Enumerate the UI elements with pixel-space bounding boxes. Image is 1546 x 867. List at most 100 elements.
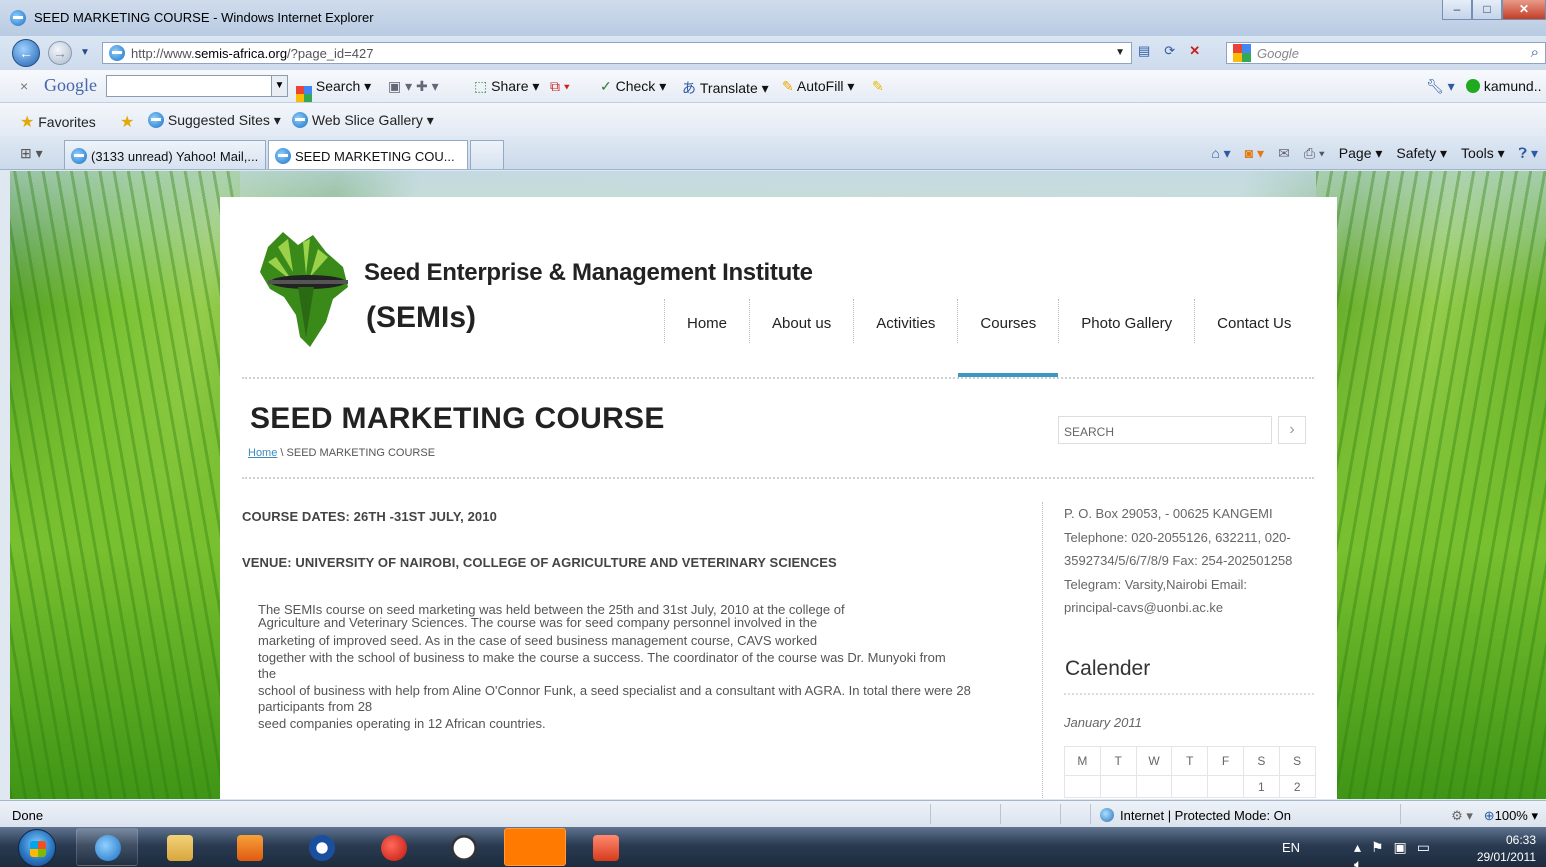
taskbar-file-explorer[interactable]: [148, 828, 210, 866]
help-icon[interactable]: ❓︎ ▾: [1519, 145, 1538, 162]
nav-activities[interactable]: Activities: [854, 299, 957, 345]
autofill-button[interactable]: ✎ AutoFill ▾: [782, 78, 854, 95]
semis-logo[interactable]: [248, 227, 358, 352]
ie-icon: [148, 112, 164, 128]
share-icon: ⬚: [474, 78, 488, 94]
nav-photo-gallery[interactable]: Photo Gallery: [1059, 299, 1194, 345]
new-tab-button[interactable]: [470, 140, 504, 169]
quick-tabs-icon[interactable]: ⊞ ▾: [20, 145, 43, 162]
safety-menu[interactable]: Safety ▾: [1396, 145, 1447, 162]
language-indicator[interactable]: EN: [1282, 840, 1300, 855]
chevron-down-icon[interactable]: ▼: [271, 76, 287, 96]
calendar-week: 1 2: [1064, 775, 1316, 798]
taskbar-messenger[interactable]: [290, 828, 352, 866]
nav-about-us[interactable]: About us: [750, 299, 853, 345]
add-favorite-icon[interactable]: ★: [120, 112, 134, 132]
search-input[interactable]: Google ⌕: [1226, 42, 1546, 64]
address-bar[interactable]: http://www.semis-africa.org/?page_id=427…: [102, 42, 1132, 64]
site-name[interactable]: Seed Enterprise & Management Institute: [364, 259, 813, 287]
address-row: ← → ▼ http://www.semis-africa.org/?page_…: [0, 36, 1546, 70]
weekday: T: [1099, 746, 1137, 776]
sidewiki-button[interactable]: ⧉ ▾: [550, 78, 570, 95]
address-dropdown-icon[interactable]: ▼: [1115, 47, 1125, 58]
contact-email[interactable]: principal-cavs@uonbi.ac.ke: [1064, 596, 1320, 620]
zoom-level[interactable]: ⚙ ▾ ⊕100% ▾: [1451, 808, 1538, 824]
page-title: SEED MARKETING COURSE: [250, 402, 665, 435]
nav-home[interactable]: Home: [665, 299, 749, 345]
refresh-icon[interactable]: ⟳: [1164, 43, 1175, 59]
description-line: seed companies operating in 12 African c…: [258, 715, 546, 731]
translate-button[interactable]: あ Translate ▾: [682, 78, 769, 98]
google-search-button[interactable]: Search ▾: [296, 78, 371, 102]
taskbar-orange-app[interactable]: [504, 828, 566, 866]
taskbar-pin-app[interactable]: [362, 828, 424, 866]
wrench-icon[interactable]: 🔧︎ ▾: [1426, 78, 1455, 95]
mail-icon[interactable]: ✉: [1278, 145, 1290, 162]
site-search-input[interactable]: SEARCH: [1058, 416, 1272, 444]
minimize-button[interactable]: –: [1442, 0, 1472, 20]
print-icon[interactable]: ⎙ ▾: [1304, 145, 1325, 162]
check-button[interactable]: ✓ Check ▾: [600, 78, 666, 95]
taskbar-presentation-app[interactable]: [574, 828, 636, 866]
security-zone[interactable]: Internet | Protected Mode: On: [1100, 808, 1291, 823]
background-grass-right: [1316, 171, 1546, 799]
description-line: school of business with help from Aline …: [258, 682, 971, 715]
web-slice-gallery-link[interactable]: Web Slice Gallery ▾: [292, 112, 434, 129]
calendar-day: [1099, 775, 1137, 798]
tab-yahoo-mail[interactable]: (3133 unread) Yahoo! Mail,...: [64, 140, 266, 169]
taskbar-internet-explorer[interactable]: [76, 828, 138, 866]
tray-icons[interactable]: ▴⚑▣▭🔈︎: [1354, 839, 1440, 867]
google-icon: [1233, 44, 1251, 62]
tab-seed-marketing[interactable]: SEED MARKETING COU...✕: [268, 140, 480, 169]
suggested-sites-link[interactable]: Suggested Sites ▾: [148, 112, 281, 129]
page-viewport[interactable]: Seed Enterprise & Management Institute (…: [10, 171, 1546, 799]
chevron-right-icon: ›: [1289, 421, 1295, 438]
calendar-day: [1207, 775, 1244, 798]
close-window-button[interactable]: ✕: [1502, 0, 1546, 20]
home-icon[interactable]: ⌂ ▾: [1211, 145, 1230, 162]
calendar-day[interactable]: 2: [1278, 775, 1316, 798]
calendar-month: January 2011: [1064, 715, 1142, 730]
google-search-input[interactable]: ▼: [106, 75, 288, 97]
search-icon[interactable]: ⌕: [1531, 44, 1539, 61]
user-account[interactable]: kamund..: [1466, 78, 1541, 94]
favorites-button[interactable]: ★ Favorites: [20, 112, 96, 132]
forward-button[interactable]: →: [48, 41, 72, 65]
page-icon: [109, 45, 125, 61]
nav-contact-us[interactable]: Contact Us: [1195, 299, 1313, 345]
close-toolbar-icon[interactable]: ×: [20, 78, 28, 94]
start-button[interactable]: [18, 829, 56, 867]
ie-icon: [71, 148, 87, 164]
status-text: Done: [12, 808, 44, 823]
back-button[interactable]: ←: [12, 39, 40, 67]
history-dropdown-icon[interactable]: ▼: [80, 47, 90, 58]
clock[interactable]: 06:33 29/01/2011: [1477, 832, 1536, 866]
contact-line: Telegram: Varsity,Nairobi Email:: [1064, 576, 1248, 592]
calendar-day[interactable]: 1: [1242, 775, 1280, 798]
main-nav: Home About us Activities Courses Photo G…: [664, 299, 1313, 377]
search-submit-button[interactable]: ›: [1278, 416, 1306, 444]
windows-taskbar: EN ▴⚑▣▭🔈︎ 06:33 29/01/2011: [0, 827, 1546, 867]
taskbar-clock-app[interactable]: [432, 828, 494, 866]
contact-line: P. O. Box 29053, - 00625 KANGEMI: [1064, 506, 1273, 521]
taskbar-media-player[interactable]: [218, 828, 280, 866]
nav-courses[interactable]: Courses: [958, 299, 1059, 377]
contact-line: Telephone: 020-2055126, 632211, 020-: [1064, 529, 1291, 545]
highlight-icon[interactable]: ✎: [872, 78, 884, 95]
breadcrumb-home[interactable]: Home: [248, 447, 277, 459]
settings-icon[interactable]: ⚙ ▾: [1451, 808, 1473, 823]
stop-icon[interactable]: ✕: [1189, 43, 1200, 59]
page-menu[interactable]: Page ▾: [1339, 145, 1383, 162]
autofill-icon: ✎: [782, 78, 794, 94]
calendar-day: [1064, 775, 1101, 798]
address-tools: ▤ ⟳ ✕: [1138, 43, 1200, 59]
maximize-button[interactable]: □: [1472, 0, 1502, 20]
feeds-icon[interactable]: ◙ ▾: [1245, 145, 1264, 162]
compatibility-view-icon[interactable]: ▤: [1138, 43, 1150, 59]
command-bar: ⌂ ▾ ◙ ▾ ✉ ⎙ ▾ Page ▾ Safety ▾ Tools ▾ ❓︎…: [1211, 145, 1538, 162]
calendar-weekdays: M T W T F S S: [1064, 746, 1316, 776]
site-abbreviation[interactable]: (SEMIs): [366, 301, 476, 335]
toolbar-page-tools-icon[interactable]: ▣ ▾ ✚ ▾: [388, 78, 439, 95]
share-button[interactable]: ⬚ Share ▾: [474, 78, 539, 95]
tools-menu[interactable]: Tools ▾: [1461, 145, 1505, 162]
